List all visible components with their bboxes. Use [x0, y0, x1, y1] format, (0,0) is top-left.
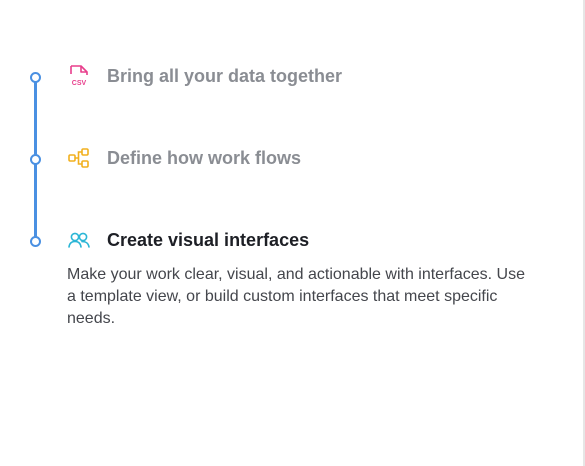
step-title-interfaces[interactable]: Create visual interfaces	[107, 230, 309, 251]
timeline-node-1	[30, 72, 41, 83]
step-description: Make your work clear, visual, and action…	[67, 266, 525, 327]
timeline-node-3	[30, 236, 41, 247]
svg-text:CSV: CSV	[72, 80, 87, 87]
workflow-icon	[67, 146, 91, 170]
step-title-workflow[interactable]: Define how work flows	[107, 148, 301, 169]
users-icon	[67, 228, 91, 252]
timeline-node-2	[30, 154, 41, 165]
step-title-data[interactable]: Bring all your data together	[107, 66, 342, 87]
csv-file-icon: CSV	[67, 64, 91, 88]
